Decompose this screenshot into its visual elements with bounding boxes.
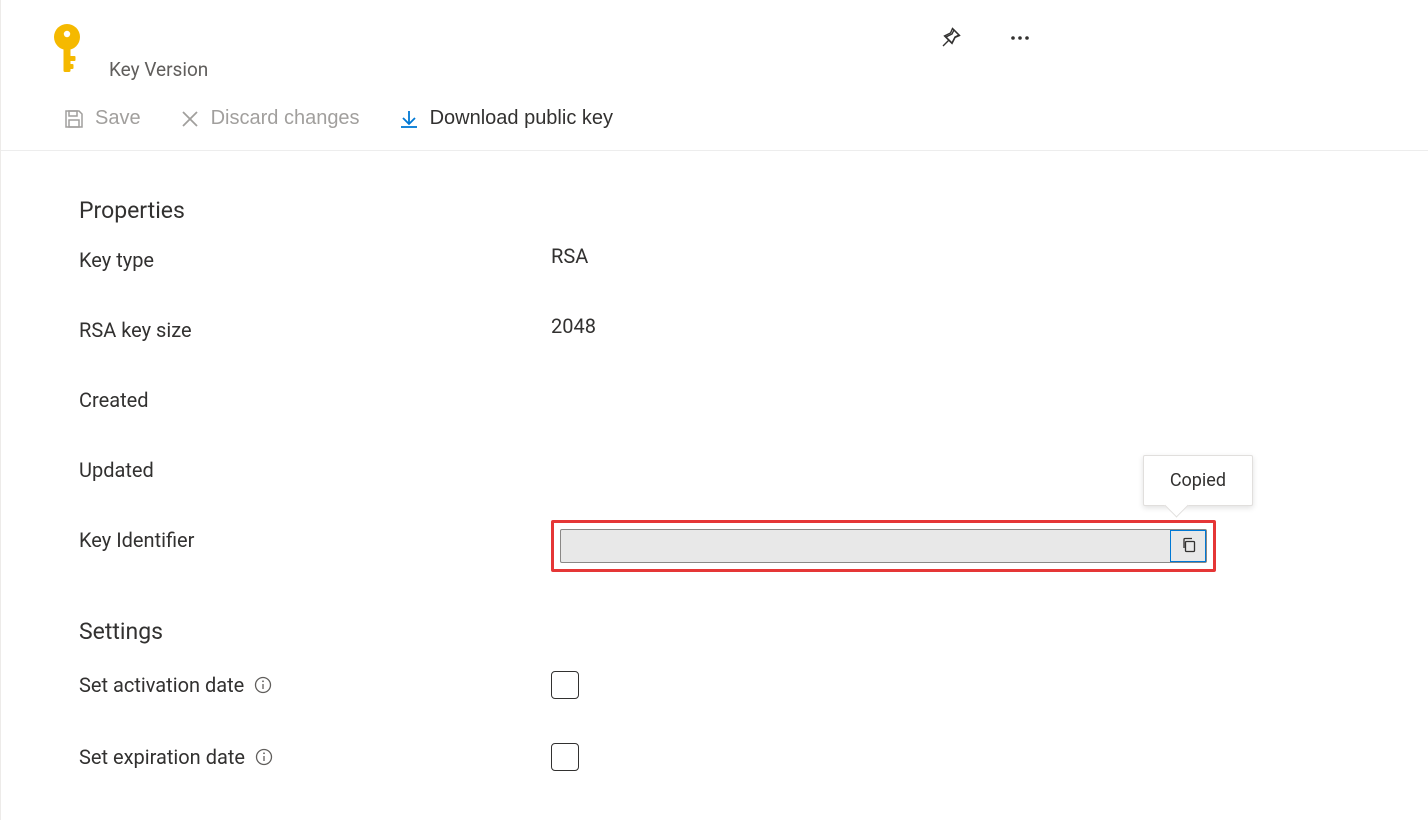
expiration-date-checkbox[interactable] bbox=[551, 743, 579, 771]
content: Properties Key type RSA RSA key size 204… bbox=[1, 151, 1428, 771]
download-public-key-button[interactable]: Download public key bbox=[394, 105, 617, 132]
copied-tooltip: Copied bbox=[1143, 455, 1253, 506]
label-activation-date-text: Set activation date bbox=[79, 673, 244, 697]
copy-button[interactable] bbox=[1170, 530, 1206, 562]
more-button[interactable] bbox=[1004, 22, 1036, 57]
activation-date-checkbox[interactable] bbox=[551, 671, 579, 699]
key-identifier-input[interactable] bbox=[561, 530, 1170, 562]
info-icon[interactable] bbox=[254, 676, 272, 694]
label-key-identifier: Key Identifier bbox=[79, 528, 551, 552]
key-icon bbox=[47, 20, 87, 80]
discard-button[interactable]: Discard changes bbox=[175, 105, 364, 132]
download-label: Download public key bbox=[430, 107, 613, 130]
label-key-type: Key type bbox=[79, 248, 551, 272]
row-activation-date: Set activation date bbox=[79, 673, 1428, 699]
value-rsa-key-size: 2048 bbox=[551, 314, 596, 338]
header: Key Version bbox=[1, 0, 1428, 81]
save-icon bbox=[63, 108, 85, 130]
label-expiration-date-text: Set expiration date bbox=[79, 745, 245, 769]
label-rsa-key-size: RSA key size bbox=[79, 318, 551, 342]
row-rsa-key-size: RSA key size 2048 bbox=[79, 318, 1428, 342]
save-label: Save bbox=[95, 107, 141, 130]
label-activation-date: Set activation date bbox=[79, 673, 551, 697]
settings-heading: Settings bbox=[79, 618, 1428, 645]
row-key-identifier: Key Identifier Copied bbox=[79, 528, 1428, 572]
label-created: Created bbox=[79, 388, 551, 412]
page-root: Key Version bbox=[0, 0, 1428, 820]
copy-icon bbox=[1180, 536, 1198, 557]
label-updated: Updated bbox=[79, 458, 551, 482]
properties-heading: Properties bbox=[79, 197, 1428, 224]
label-expiration-date: Set expiration date bbox=[79, 745, 551, 769]
close-icon bbox=[179, 108, 201, 130]
title-block: Key Version bbox=[109, 58, 208, 81]
header-actions bbox=[934, 22, 1036, 57]
save-button[interactable]: Save bbox=[59, 105, 145, 132]
row-expiration-date: Set expiration date bbox=[79, 745, 1428, 771]
row-created: Created bbox=[79, 388, 1428, 412]
key-identifier-field bbox=[560, 529, 1207, 563]
key-identifier-highlight: Copied bbox=[551, 520, 1216, 572]
page-subtitle: Key Version bbox=[109, 58, 208, 81]
row-key-type: Key type RSA bbox=[79, 248, 1428, 272]
more-icon bbox=[1008, 38, 1032, 53]
download-icon bbox=[398, 108, 420, 130]
info-icon[interactable] bbox=[255, 748, 273, 766]
discard-label: Discard changes bbox=[211, 107, 360, 130]
toolbar: Save Discard changes Download public key bbox=[1, 81, 1428, 151]
settings-section: Settings Set activation date bbox=[79, 618, 1428, 771]
pin-icon bbox=[938, 38, 962, 53]
pin-button[interactable] bbox=[934, 22, 966, 57]
value-key-type: RSA bbox=[551, 244, 588, 268]
